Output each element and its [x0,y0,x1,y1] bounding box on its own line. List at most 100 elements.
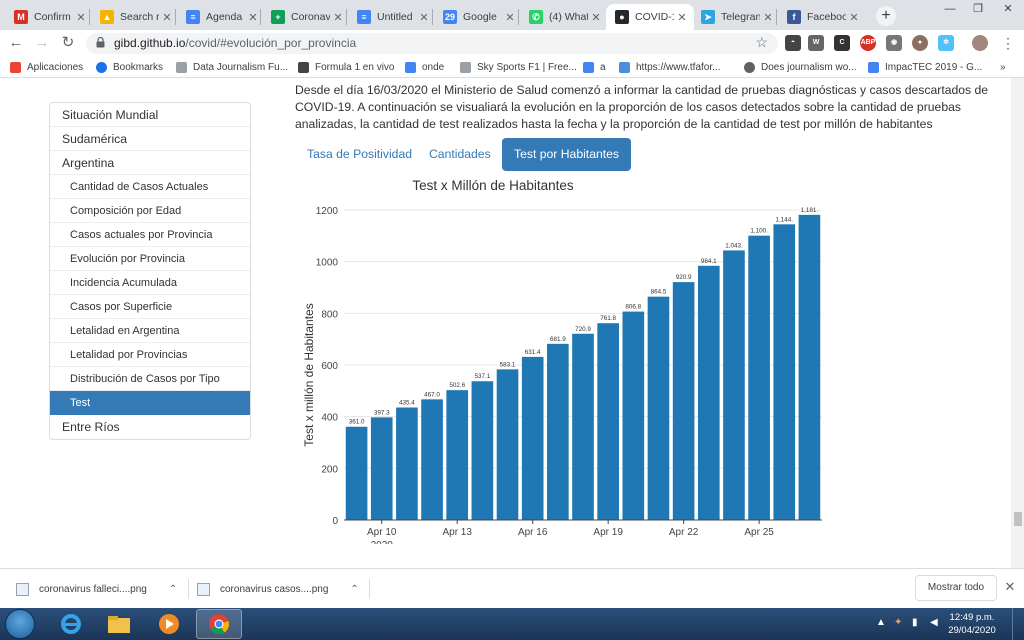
tab-tasa-de-positividad[interactable]: Tasa de Positividad [295,138,424,171]
close-downloads-icon[interactable]: ✕ [1002,579,1018,597]
media-player-icon[interactable] [146,609,192,639]
reload-icon[interactable]: ↻ [58,33,78,53]
forward-arrow-icon[interactable]: → [32,33,52,53]
close-tab-icon[interactable]: ✕ [588,11,604,24]
camera-icon[interactable]: ◉ [886,35,902,51]
nav-item-situacion-mundial[interactable]: Situación Mundial [50,103,250,127]
close-window-button[interactable]: ✕ [994,0,1022,20]
close-tab-icon[interactable]: ✕ [245,11,261,24]
menu-kebab-icon[interactable]: ⋮ [998,33,1018,53]
browser-tab[interactable]: + Coronav ✕ [262,4,350,30]
file-explorer-icon[interactable] [96,609,142,639]
bookmark-item[interactable]: a [583,60,606,74]
tray-expand-icon[interactable]: ▲ [876,617,886,628]
bar[interactable] [446,390,469,520]
extension-brown-icon[interactable]: ● [912,35,928,51]
nav-item-incidencia-acumulada[interactable]: Incidencia Acumulada [50,271,250,295]
close-tab-icon[interactable]: ✕ [760,11,776,24]
bookmark-item[interactable]: Sky Sports F1 | Free... [460,60,577,74]
nav-item-sudamerica[interactable]: Sudamérica [50,127,250,151]
browser-tab[interactable]: f Faceboo ✕ [778,4,866,30]
minimize-button[interactable]: — [936,0,964,20]
nav-item-entre-rios[interactable]: Entre Ríos [50,415,250,439]
extension-mask-icon[interactable]: ◓ [785,35,801,51]
chevron-up-icon[interactable]: ⌃ [169,584,177,595]
bar[interactable] [345,426,368,520]
browser-tab[interactable]: 29 Google ✕ [434,4,522,30]
download-item[interactable]: coronavirus casos....png ⌃ [197,569,359,609]
browser-tab[interactable]: ✆ (4) What ✕ [520,4,608,30]
bar[interactable] [471,381,494,520]
bookmark-item[interactable]: Formula 1 en vivo [298,60,394,74]
download-item[interactable]: coronavirus falleci....png ⌃ [16,569,177,609]
close-tab-icon[interactable]: ✕ [159,11,175,24]
browser-tab[interactable]: M Confirm ✕ [5,4,93,30]
nav-item-casos-por-superficie[interactable]: Casos por Superficie [50,295,250,319]
nav-item-letalidad-en-argentina[interactable]: Letalidad en Argentina [50,319,250,343]
back-arrow-icon[interactable]: ← [6,33,26,53]
bar[interactable] [496,369,519,520]
bookmark-star-icon[interactable]: ☆ [755,34,768,51]
browser-tab[interactable]: ▲ Search r ✕ [91,4,179,30]
nav-item-argentina[interactable]: Argentina [50,151,250,175]
bar[interactable] [697,265,720,520]
extension-ci-icon[interactable]: C [834,35,850,51]
tab-cantidades[interactable]: Cantidades [417,138,503,171]
browser-tab[interactable]: ≡ Agenda ✕ [177,4,265,30]
bar[interactable] [421,399,443,520]
nav-item-composicion-por-edad[interactable]: Composición por Edad [50,199,250,223]
bar[interactable] [521,356,544,520]
nav-item-evolucion-por-provincia[interactable]: Evolución por Provincia [50,247,250,271]
browser-tab[interactable]: ➤ Telegran ✕ [692,4,780,30]
chevron-up-icon[interactable]: ⌃ [350,584,358,595]
browser-tab[interactable]: ≡ Untitled ✕ [348,4,436,30]
bar[interactable] [647,296,670,520]
close-tab-icon[interactable]: ✕ [330,11,346,24]
new-tab-button[interactable]: + [876,6,896,26]
profile-avatar[interactable] [972,35,988,51]
bar[interactable] [547,343,569,520]
bookmark-item[interactable]: Data Journalism Fu... [176,60,288,74]
bar[interactable] [396,407,418,520]
bar[interactable] [748,235,770,520]
close-tab-icon[interactable]: ✕ [416,11,432,24]
show-all-downloads-button[interactable]: Mostrar todo [915,575,997,601]
bookmark-item[interactable]: Aplicaciones [10,60,83,74]
nav-item-cantidad-de-casos-actuales[interactable]: Cantidad de Casos Actuales [50,175,250,199]
scrollbar-thumb[interactable] [1014,512,1022,526]
chrome-taskbar-icon[interactable] [196,609,242,639]
close-tab-icon[interactable]: ✕ [73,11,89,24]
internet-explorer-icon[interactable] [48,609,94,639]
close-tab-icon[interactable]: ✕ [674,11,690,24]
bar[interactable] [672,282,695,520]
nav-item-test[interactable]: Test [50,391,250,415]
address-bar[interactable]: gibd.github.io/covid/#evolución_por_prov… [86,33,778,54]
close-tab-icon[interactable]: ✕ [502,11,518,24]
bookmark-item[interactable]: onde [405,60,444,74]
volume-icon[interactable]: ◀ [930,617,938,628]
bookmark-item[interactable]: ImpacTEC 2019 - G... [868,60,982,74]
nav-item-distribucion-de-casos-por-tipo[interactable]: Distribución de Casos por Tipo [50,367,250,391]
maximize-button[interactable]: ❐ [964,0,992,20]
bookmark-item[interactable]: https://www.tfafor... [619,60,720,74]
tray-app-icon[interactable]: ✦ [894,617,902,628]
bar[interactable] [597,323,619,520]
show-desktop-button[interactable] [1012,608,1024,640]
bar[interactable] [370,417,393,520]
bar[interactable] [773,224,796,520]
bookmark-item[interactable]: Does journalism wo... [744,60,857,74]
page-scrollbar[interactable] [1011,78,1024,568]
nav-item-letalidad-por-provincias[interactable]: Letalidad por Provincias [50,343,250,367]
bar[interactable] [723,250,745,520]
close-tab-icon[interactable]: ✕ [846,11,862,24]
nav-item-casos-actuales-por-provincia[interactable]: Casos actuales por Provincia [50,223,250,247]
tab-test-por-habitantes[interactable]: Test por Habitantes [502,138,632,171]
extension-wvid-icon[interactable]: W [808,35,824,51]
adblock-icon[interactable]: ABP [860,35,876,51]
network-icon[interactable]: ▮ [912,617,918,628]
bar[interactable] [622,311,645,520]
bookmarks-overflow-button[interactable]: » [1000,60,1006,74]
browser-tab[interactable]: ● COVID-1 ✕ [606,4,694,30]
extension-snowflake-icon[interactable]: ✲ [938,35,954,51]
start-button[interactable] [5,609,35,639]
